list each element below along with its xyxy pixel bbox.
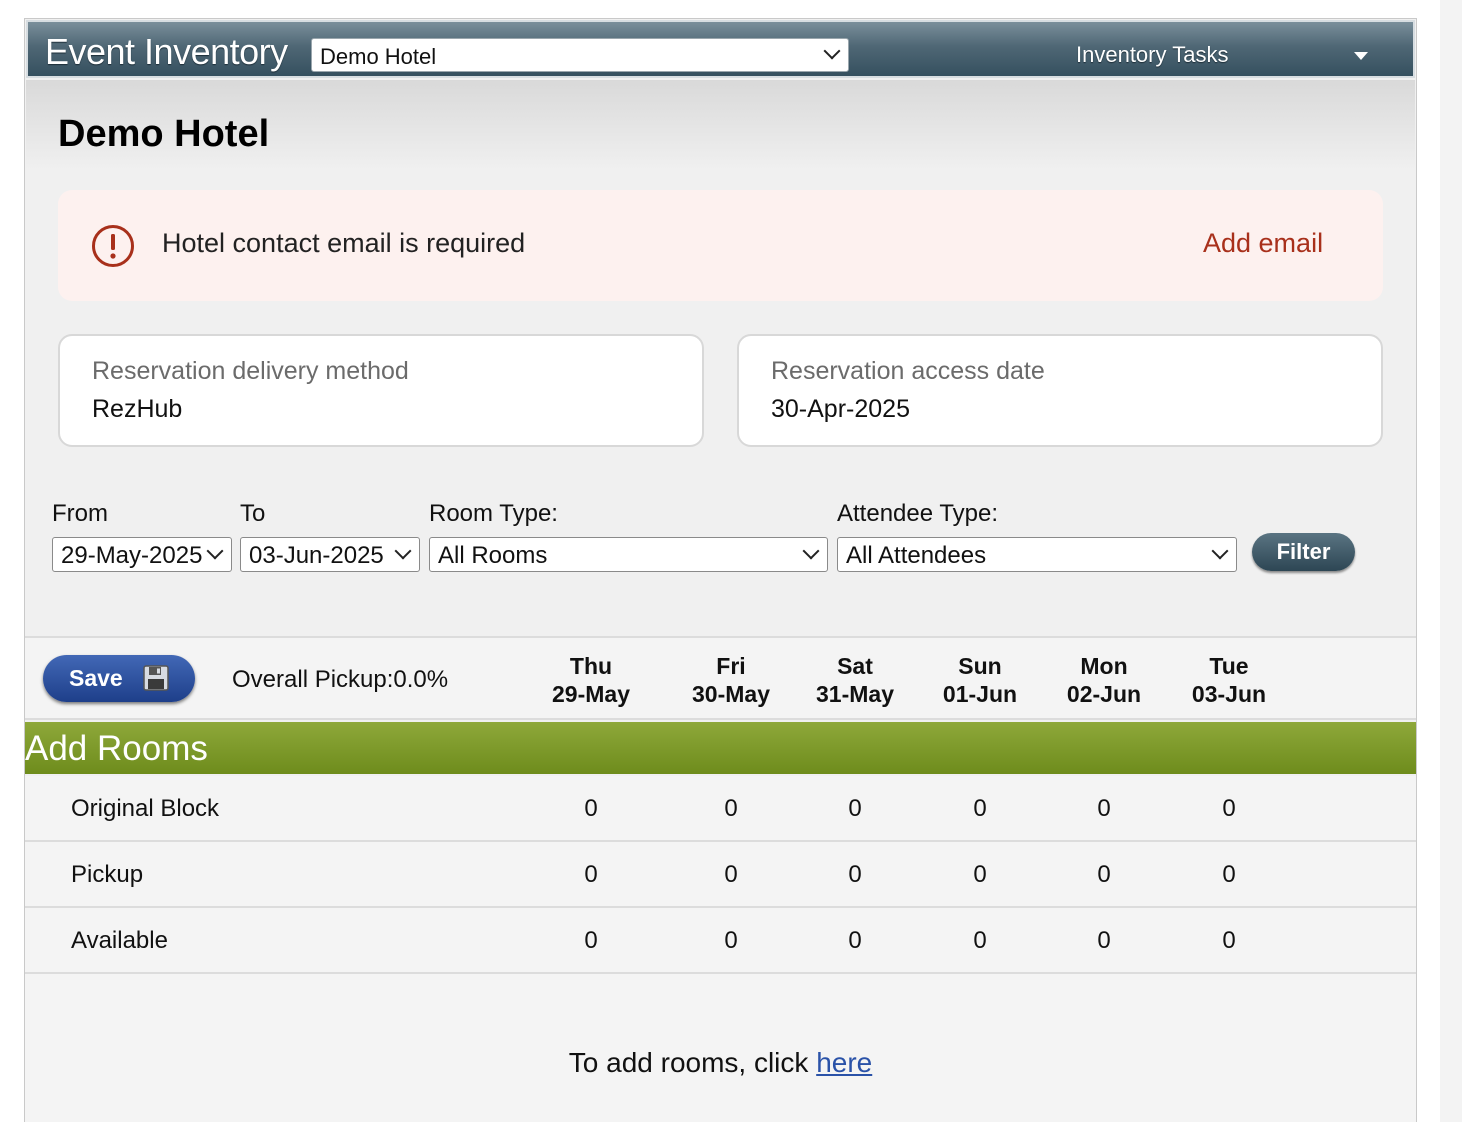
row-cell: 0 xyxy=(724,927,738,954)
row-label: Available xyxy=(71,927,168,954)
day-column-header: Mon 02-Jun xyxy=(1044,652,1164,708)
room-type-label: Room Type: xyxy=(429,500,558,527)
app-title: Event Inventory xyxy=(45,31,288,72)
row-cell: 0 xyxy=(584,927,598,954)
day-date: 30-May xyxy=(692,681,770,707)
caret-down-icon[interactable] xyxy=(1354,52,1368,60)
row-cell: 0 xyxy=(973,795,987,822)
add-rooms-footer: To add rooms, click here xyxy=(25,974,1416,1122)
hotel-select[interactable]: Demo Hotel xyxy=(311,38,849,72)
row-cell: 0 xyxy=(1222,795,1236,822)
day-column-header: Sat 31-May xyxy=(795,652,915,708)
day-date: 01-Jun xyxy=(942,681,1018,707)
inventory-tasks-menu[interactable]: Inventory Tasks xyxy=(1076,42,1228,68)
row-cell: 0 xyxy=(848,795,862,822)
attendee-type-select[interactable]: All Attendees xyxy=(837,537,1237,572)
to-date-value: 03-Jun-2025 xyxy=(249,542,384,569)
add-rooms-section-bar: Add Rooms xyxy=(25,722,1416,774)
to-date-select[interactable]: 03-Jun-2025 xyxy=(240,537,420,572)
save-button-label: Save xyxy=(69,665,123,691)
row-cell: 0 xyxy=(584,795,598,822)
day-date: 02-Jun xyxy=(1066,681,1142,707)
access-date-label: Reservation access date xyxy=(771,357,1045,385)
delivery-method-card: Reservation delivery method RezHub xyxy=(58,334,704,447)
hint-text: To add rooms, click xyxy=(568,1047,817,1078)
alert-circle-icon xyxy=(92,225,134,267)
row-cell: 0 xyxy=(584,861,598,888)
event-inventory-panel: Event Inventory Demo Hotel Inventory Tas… xyxy=(24,18,1417,1122)
from-label: From xyxy=(52,500,108,527)
floppy-disk-icon xyxy=(143,665,169,691)
day-date: 31-May xyxy=(816,681,894,707)
row-cell: 0 xyxy=(1222,861,1236,888)
day-column-header: Thu 29-May xyxy=(531,652,651,708)
row-cell: 0 xyxy=(1097,861,1111,888)
delivery-method-label: Reservation delivery method xyxy=(92,357,409,385)
day-date: 29-May xyxy=(552,681,630,707)
row-label: Original Block xyxy=(71,795,220,822)
day-of-week: Fri xyxy=(716,653,746,679)
day-column-header: Fri 30-May xyxy=(671,652,791,708)
chevron-down-icon xyxy=(394,542,412,560)
chevron-down-icon xyxy=(206,542,224,560)
row-cell: 0 xyxy=(848,861,862,888)
attendee-type-label: Attendee Type: xyxy=(837,500,999,527)
to-label: To xyxy=(240,500,266,527)
access-date-value: 30-Apr-2025 xyxy=(771,395,910,423)
row-cell: 0 xyxy=(1222,927,1236,954)
top-bar: Event Inventory Demo Hotel Inventory Tas… xyxy=(26,20,1415,78)
day-of-week: Sat xyxy=(837,653,873,679)
day-of-week: Thu xyxy=(569,653,613,679)
row-cell: 0 xyxy=(848,927,862,954)
chevron-down-icon xyxy=(823,42,841,60)
section-title: Add Rooms xyxy=(25,729,208,768)
page-title: Demo Hotel xyxy=(58,113,270,155)
table-row: Available 0 0 0 0 0 0 xyxy=(25,908,1416,974)
from-date-value: 29-May-2025 xyxy=(61,542,203,569)
table-row: Original Block 0 0 0 0 0 0 xyxy=(25,776,1416,842)
day-column-header: Tue 03-Jun xyxy=(1169,652,1289,708)
row-cell: 0 xyxy=(973,861,987,888)
row-label: Pickup xyxy=(71,861,144,888)
delivery-method-value: RezHub xyxy=(92,395,183,423)
day-column-header: Sun 01-Jun xyxy=(920,652,1040,708)
day-date: 03-Jun xyxy=(1191,681,1267,707)
page-scrollbar-track[interactable] xyxy=(1440,0,1462,1122)
row-cell: 0 xyxy=(724,795,738,822)
access-date-card: Reservation access date 30-Apr-2025 xyxy=(737,334,1383,447)
room-type-select[interactable]: All Rooms xyxy=(429,537,828,572)
grid-header: Save Overall Pickup:0.0% Thu 29-May Fri … xyxy=(25,636,1416,720)
chevron-down-icon xyxy=(1211,542,1229,560)
email-required-alert: Hotel contact email is required Add emai… xyxy=(58,190,1383,301)
day-of-week: Sun xyxy=(958,653,1002,679)
row-cell: 0 xyxy=(1097,795,1111,822)
filter-button[interactable]: Filter xyxy=(1252,533,1355,571)
hotel-select-value: Demo Hotel xyxy=(320,44,437,69)
chevron-down-icon xyxy=(802,542,820,560)
add-rooms-hint: To add rooms, click here xyxy=(25,1047,1416,1079)
save-button[interactable]: Save xyxy=(43,655,195,702)
row-cell: 0 xyxy=(1097,927,1111,954)
attendee-type-value: All Attendees xyxy=(846,542,987,569)
add-email-link[interactable]: Add email xyxy=(1203,228,1323,259)
day-of-week: Mon xyxy=(1080,653,1128,679)
alert-message: Hotel contact email is required xyxy=(162,228,526,258)
row-cell: 0 xyxy=(973,927,987,954)
add-rooms-here-link[interactable]: here xyxy=(816,1047,872,1078)
row-cell: 0 xyxy=(724,861,738,888)
day-of-week: Tue xyxy=(1209,653,1249,679)
overall-pickup: Overall Pickup:0.0% xyxy=(232,666,449,693)
from-date-select[interactable]: 29-May-2025 xyxy=(52,537,232,572)
room-type-value: All Rooms xyxy=(438,542,548,569)
table-row: Pickup 0 0 0 0 0 0 xyxy=(25,842,1416,908)
